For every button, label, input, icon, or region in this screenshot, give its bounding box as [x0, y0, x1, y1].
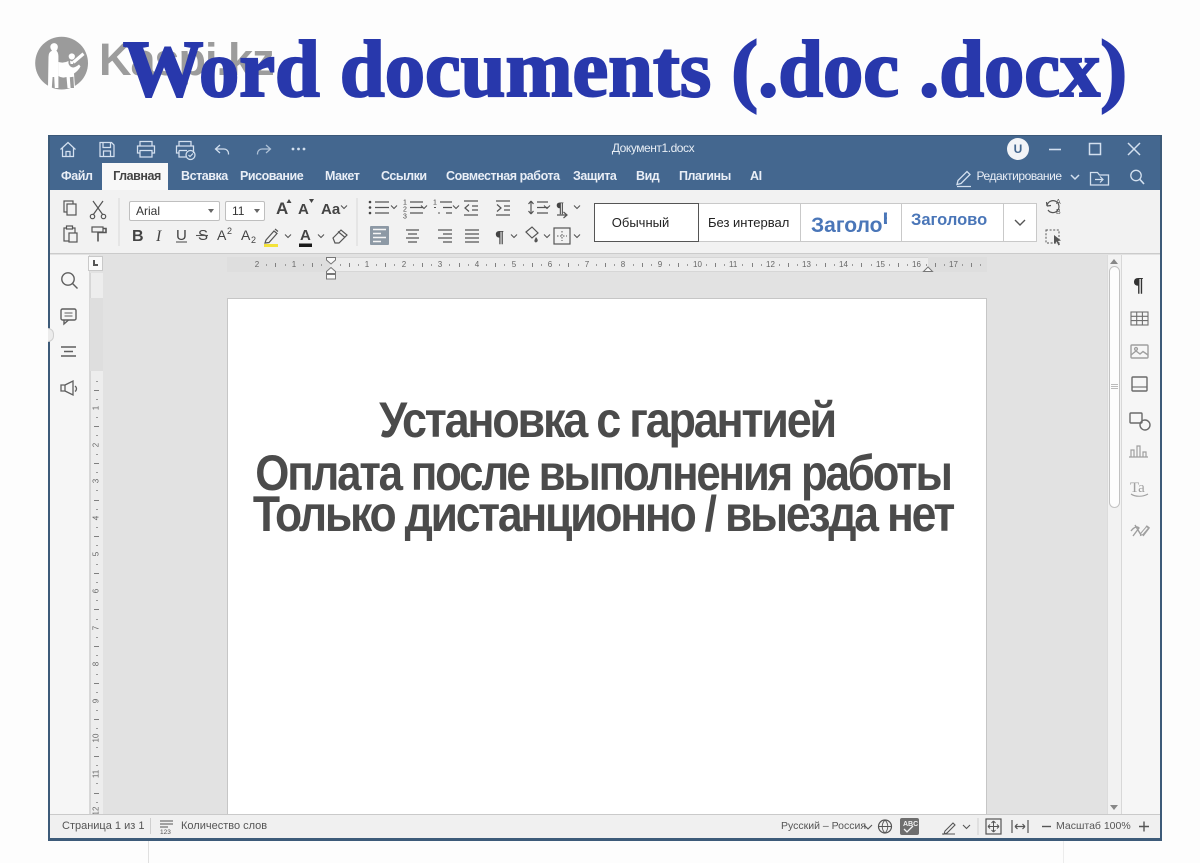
svg-text:2: 2	[227, 226, 232, 236]
svg-text:B: B	[132, 228, 144, 245]
svg-text:Aa: Aa	[321, 201, 341, 218]
svg-text:A: A	[217, 227, 227, 243]
svg-text:A: A	[276, 199, 288, 218]
svg-text:A: A	[241, 227, 251, 243]
svg-text:ABC: ABC	[903, 821, 918, 828]
svg-text:B: B	[1056, 209, 1061, 216]
svg-text:123: 123	[160, 829, 171, 835]
svg-text:¶: ¶	[495, 227, 504, 246]
svg-text:¶: ¶	[556, 200, 564, 216]
svg-text:U: U	[176, 227, 187, 244]
svg-text:2: 2	[403, 207, 407, 214]
svg-text:1: 1	[403, 200, 407, 207]
svg-text:3: 3	[403, 214, 407, 221]
svg-text:2: 2	[251, 235, 256, 245]
svg-text:I: I	[155, 228, 162, 245]
svg-text:Ta: Ta	[1130, 480, 1145, 496]
svg-text:A: A	[300, 227, 311, 244]
svg-text:1: 1	[433, 200, 437, 207]
svg-text:U: U	[1014, 142, 1023, 156]
svg-text:A: A	[298, 201, 309, 218]
svg-text:A: A	[1056, 199, 1061, 206]
svg-text:¶: ¶	[1133, 274, 1144, 296]
